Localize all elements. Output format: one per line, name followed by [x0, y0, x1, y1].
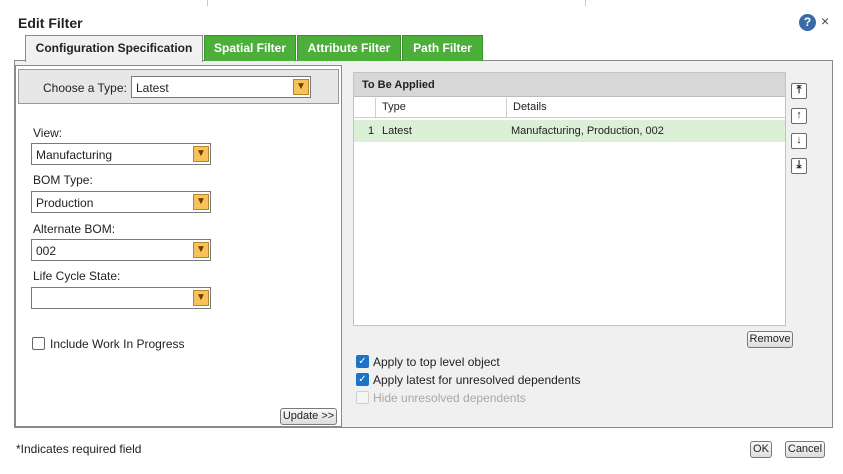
- view-value: Manufacturing: [36, 148, 113, 162]
- tab-path-filter[interactable]: Path Filter: [402, 35, 483, 61]
- bom-type-select[interactable]: Production ▼: [31, 191, 211, 213]
- life-cycle-state-label: Life Cycle State:: [33, 269, 121, 283]
- include-wip-checkbox[interactable]: [32, 337, 45, 350]
- remove-button[interactable]: Remove: [747, 331, 793, 348]
- apply-top-level-label: Apply to top level object: [373, 355, 500, 369]
- move-to-bottom-icon[interactable]: ⤓: [791, 158, 807, 174]
- required-field-note: *Indicates required field: [16, 442, 142, 456]
- view-select[interactable]: Manufacturing ▼: [31, 143, 211, 165]
- bom-type-value: Production: [36, 196, 94, 210]
- apply-latest-checkbox[interactable]: ✓: [356, 373, 369, 386]
- column-header-details-label: Details: [513, 101, 547, 113]
- apply-latest-label: Apply latest for unresolved dependents: [373, 373, 581, 387]
- apply-top-level-checkbox[interactable]: ✓: [356, 355, 369, 368]
- column-header-type-label: Type: [382, 101, 406, 113]
- update-button[interactable]: Update >>: [280, 408, 337, 425]
- column-header-index: [354, 98, 376, 118]
- life-cycle-state-select[interactable]: ▼: [31, 287, 211, 309]
- to-be-applied-header: To Be Applied: [354, 73, 785, 97]
- table-row[interactable]: 1 Latest Manufacturing, Production, 002: [354, 120, 785, 142]
- dialog-titlebar: Edit Filter ? ×: [0, 6, 843, 38]
- row-index: 1: [368, 125, 375, 137]
- tab-configuration-specification[interactable]: Configuration Specification: [25, 35, 203, 62]
- ok-button[interactable]: OK: [750, 441, 772, 458]
- chevron-down-icon: ▼: [293, 79, 309, 95]
- chevron-down-icon: ▼: [193, 146, 209, 162]
- chevron-down-icon: ▼: [193, 194, 209, 210]
- alternate-bom-value: 002: [36, 244, 57, 258]
- choose-type-value: Latest: [136, 81, 169, 95]
- configuration-panel: Choose a Type: Latest ▼ View: Manufactur…: [15, 65, 342, 427]
- help-icon[interactable]: ?: [799, 14, 816, 31]
- move-up-icon[interactable]: ↑: [791, 108, 807, 124]
- column-header-type[interactable]: Type: [376, 98, 507, 118]
- dialog-title: Edit Filter: [18, 15, 83, 31]
- move-down-icon[interactable]: ↓: [791, 133, 807, 149]
- alternate-bom-label: Alternate BOM:: [33, 222, 116, 236]
- bom-type-label: BOM Type:: [33, 173, 93, 187]
- to-be-applied-panel: To Be Applied Type Details 1 Latest Manu…: [353, 72, 786, 326]
- column-header-details[interactable]: Details: [507, 98, 785, 118]
- choose-type-bar: Choose a Type: Latest ▼: [18, 69, 339, 104]
- row-details: Manufacturing, Production, 002: [511, 125, 664, 137]
- close-icon[interactable]: ×: [821, 13, 829, 30]
- include-wip-label: Include Work In Progress: [50, 337, 185, 351]
- tab-spatial-filter[interactable]: Spatial Filter: [204, 35, 296, 61]
- row-type: Latest: [382, 125, 412, 137]
- chevron-down-icon: ▼: [193, 290, 209, 306]
- choose-type-select[interactable]: Latest ▼: [131, 76, 311, 98]
- view-label: View:: [33, 126, 63, 140]
- cancel-button[interactable]: Cancel: [785, 441, 825, 458]
- hide-unresolved-checkbox: [356, 391, 369, 404]
- chevron-down-icon: ▼: [193, 242, 209, 258]
- move-to-top-icon[interactable]: ⤒: [791, 83, 807, 99]
- tab-attribute-filter[interactable]: Attribute Filter: [297, 35, 401, 61]
- alternate-bom-select[interactable]: 002 ▼: [31, 239, 211, 261]
- to-be-applied-title: To Be Applied: [362, 79, 435, 91]
- choose-type-label: Choose a Type:: [43, 81, 127, 95]
- hide-unresolved-label: Hide unresolved dependents: [373, 391, 526, 405]
